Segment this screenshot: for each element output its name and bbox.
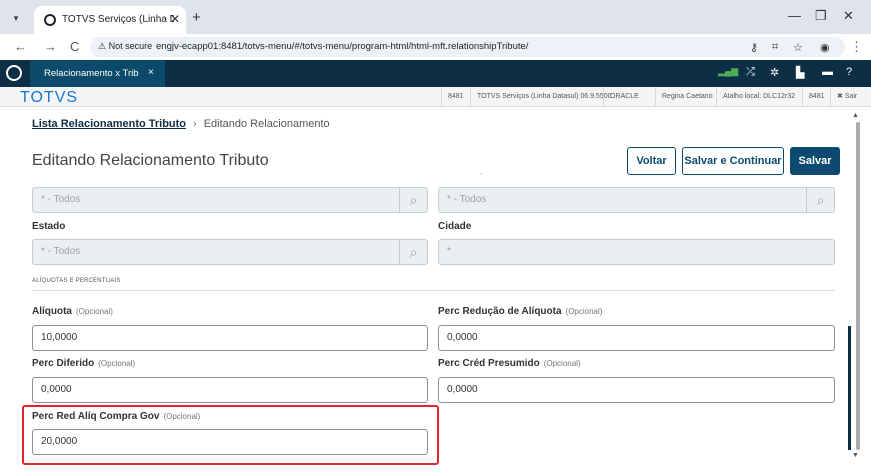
browser-tab[interactable]: TOTVS Serviços (Linha Datasul) ✕ bbox=[34, 6, 186, 34]
totvs-favicon-icon bbox=[44, 14, 56, 26]
brand-title: TOTVS bbox=[20, 89, 79, 106]
optional-tag: (Opcional) bbox=[565, 307, 603, 316]
scroll-up-icon[interactable]: ▲ bbox=[852, 112, 859, 119]
bookmark-star-icon[interactable]: ☆ bbox=[793, 41, 803, 54]
search-icon[interactable]: ⌕ bbox=[399, 188, 427, 212]
perc-diferido-label-text: Perc Diferido bbox=[32, 358, 95, 369]
filter-top-right-value: * - Todos bbox=[447, 194, 487, 205]
aliquota-label: Alíquota (Opcional) bbox=[32, 306, 113, 317]
perc-cred-label: Perc Créd Presumido (Opcional) bbox=[438, 358, 581, 369]
shuffle-icon[interactable]: ⤮ bbox=[746, 66, 755, 79]
info-database: ORACLE bbox=[603, 87, 645, 107]
aliquota-input[interactable]: 10,0000 bbox=[32, 325, 428, 351]
perc-red-gov-input[interactable]: 20,0000 bbox=[32, 429, 428, 455]
chat-icon[interactable]: ▬ bbox=[822, 66, 833, 78]
salvar-button[interactable]: Salvar bbox=[790, 147, 840, 175]
not-secure-badge[interactable]: ⚠ Not secure bbox=[98, 41, 152, 52]
tab-close-icon[interactable]: ✕ bbox=[170, 12, 180, 26]
document-icon[interactable]: ▙ bbox=[796, 66, 804, 79]
totvs-logo-icon[interactable] bbox=[6, 65, 22, 81]
logout-button[interactable]: ✖ Sair bbox=[830, 87, 863, 107]
perc-diferido-input[interactable]: 0,0000 bbox=[32, 377, 428, 403]
forward-button[interactable]: → bbox=[44, 39, 57, 54]
perc-reducao-input[interactable]: 0,0000 bbox=[438, 325, 835, 351]
section-divider bbox=[32, 290, 835, 291]
info-port: 8481 bbox=[441, 87, 470, 107]
filter-top-right-field[interactable]: * - Todos ⌕ bbox=[438, 187, 835, 213]
optional-tag: (Opcional) bbox=[163, 412, 201, 421]
info-port-2: 8481 bbox=[802, 87, 831, 107]
breadcrumb-link-lista[interactable]: Lista Relacionamento Tributo bbox=[32, 118, 186, 130]
help-icon[interactable]: ? bbox=[846, 66, 852, 78]
browser-toolbar: ← → C ⚠ Not secure engjv-ecapp01:8481/to… bbox=[0, 34, 871, 60]
search-icon[interactable]: ⌕ bbox=[806, 188, 834, 212]
app-tab-relacionamento[interactable]: Relacionamento x Trib × bbox=[30, 60, 165, 87]
cidade-field[interactable]: * bbox=[438, 239, 835, 265]
browser-tab-title: TOTVS Serviços (Linha Datasul) bbox=[62, 14, 174, 25]
estado-label: Estado bbox=[32, 221, 66, 232]
perc-cred-label-text: Perc Créd Presumido bbox=[438, 358, 540, 369]
app-tab-label: Relacionamento x Trib bbox=[44, 68, 139, 79]
back-button[interactable]: ← bbox=[14, 39, 27, 54]
restore-button[interactable]: ❐ bbox=[815, 8, 827, 24]
signal-icon[interactable]: ▂▄▆ bbox=[718, 66, 738, 77]
optional-tag: (Opcional) bbox=[98, 359, 136, 368]
tab-list-chevron-icon[interactable]: ▾ bbox=[8, 10, 24, 26]
gear-icon[interactable]: ✲ bbox=[770, 66, 779, 79]
cidade-label: Cidade bbox=[438, 221, 472, 232]
estado-value: * - Todos bbox=[41, 246, 81, 257]
perc-diferido-label: Perc Diferido (Opcional) bbox=[32, 358, 135, 369]
breadcrumb-separator-icon: › bbox=[193, 118, 197, 130]
close-window-button[interactable]: ✕ bbox=[843, 8, 854, 24]
perc-reducao-label-text: Perc Redução de Alíquota bbox=[438, 306, 562, 317]
breadcrumb: Lista Relacionamento Tributo › Editando Re… bbox=[32, 118, 330, 130]
perc-red-gov-label: Perc Red Alíq Compra Gov (Opcional) bbox=[32, 411, 200, 422]
browser-tab-strip: ▾ TOTVS Serviços (Linha Datasul) ✕ + — ❐… bbox=[0, 0, 871, 34]
app-infobar: TOTVS 8481 TOTVS Serviços (Linha Datasul… bbox=[0, 87, 871, 107]
info-user[interactable]: Regina Caetano bbox=[655, 87, 719, 107]
minimize-button[interactable]: — bbox=[788, 8, 801, 23]
info-shortcut[interactable]: Atalho local: DLC12r32 bbox=[716, 87, 801, 107]
perc-reducao-label: Perc Redução de Alíquota (Opcional) bbox=[438, 306, 602, 317]
estado-field[interactable]: * - Todos ⌕ bbox=[32, 239, 428, 265]
profile-icon[interactable]: ◉ bbox=[820, 41, 830, 54]
aliquota-label-text: Alíquota bbox=[32, 306, 72, 317]
perc-red-gov-label-text: Perc Red Alíq Compra Gov bbox=[32, 411, 160, 422]
new-tab-button[interactable]: + bbox=[192, 9, 201, 26]
breadcrumb-current: Editando Relacionamento bbox=[203, 118, 330, 130]
info-product: TOTVS Serviços (Linha Datasul) 06.9.5500 bbox=[470, 87, 618, 107]
address-bar[interactable]: ⚠ Not secure engjv-ecapp01:8481/totvs-me… bbox=[90, 37, 845, 57]
voltar-button[interactable]: Voltar bbox=[627, 147, 676, 175]
browser-menu-icon[interactable]: ⋮ bbox=[850, 39, 863, 55]
url-text[interactable]: engjv-ecapp01:8481/totvs-menu/#/totvs-me… bbox=[156, 41, 528, 52]
optional-tag: (Opcional) bbox=[76, 307, 113, 316]
cidade-value: * bbox=[447, 246, 451, 257]
scroll-indicator bbox=[848, 326, 851, 450]
filter-top-left-value: * - Todos bbox=[41, 194, 81, 205]
translate-icon[interactable]: ⌗ bbox=[772, 41, 778, 54]
reload-button[interactable]: C bbox=[70, 39, 79, 54]
perc-cred-input[interactable]: 0,0000 bbox=[438, 377, 835, 403]
app-topbar: Relacionamento x Trib × ▂▄▆ ⤮ ✲ ▙ ▬ ? bbox=[0, 60, 871, 87]
password-key-icon[interactable]: ⚷ bbox=[750, 41, 758, 54]
optional-tag: (Opcional) bbox=[543, 359, 581, 368]
filter-top-left-field[interactable]: * - Todos ⌕ bbox=[32, 187, 428, 213]
app-tab-close-icon[interactable]: × bbox=[148, 67, 154, 78]
salvar-continuar-button[interactable]: Salvar e Continuar bbox=[682, 147, 784, 175]
search-icon[interactable]: ⌕ bbox=[399, 240, 427, 264]
scroll-down-icon[interactable]: ▼ bbox=[852, 452, 859, 459]
section-title-aliquotas: ALÍQUOTAS E PERCENTUAIS bbox=[32, 278, 121, 284]
scrollbar-thumb[interactable] bbox=[856, 122, 860, 450]
page-title: Editando Relacionamento Tributo bbox=[32, 152, 269, 169]
